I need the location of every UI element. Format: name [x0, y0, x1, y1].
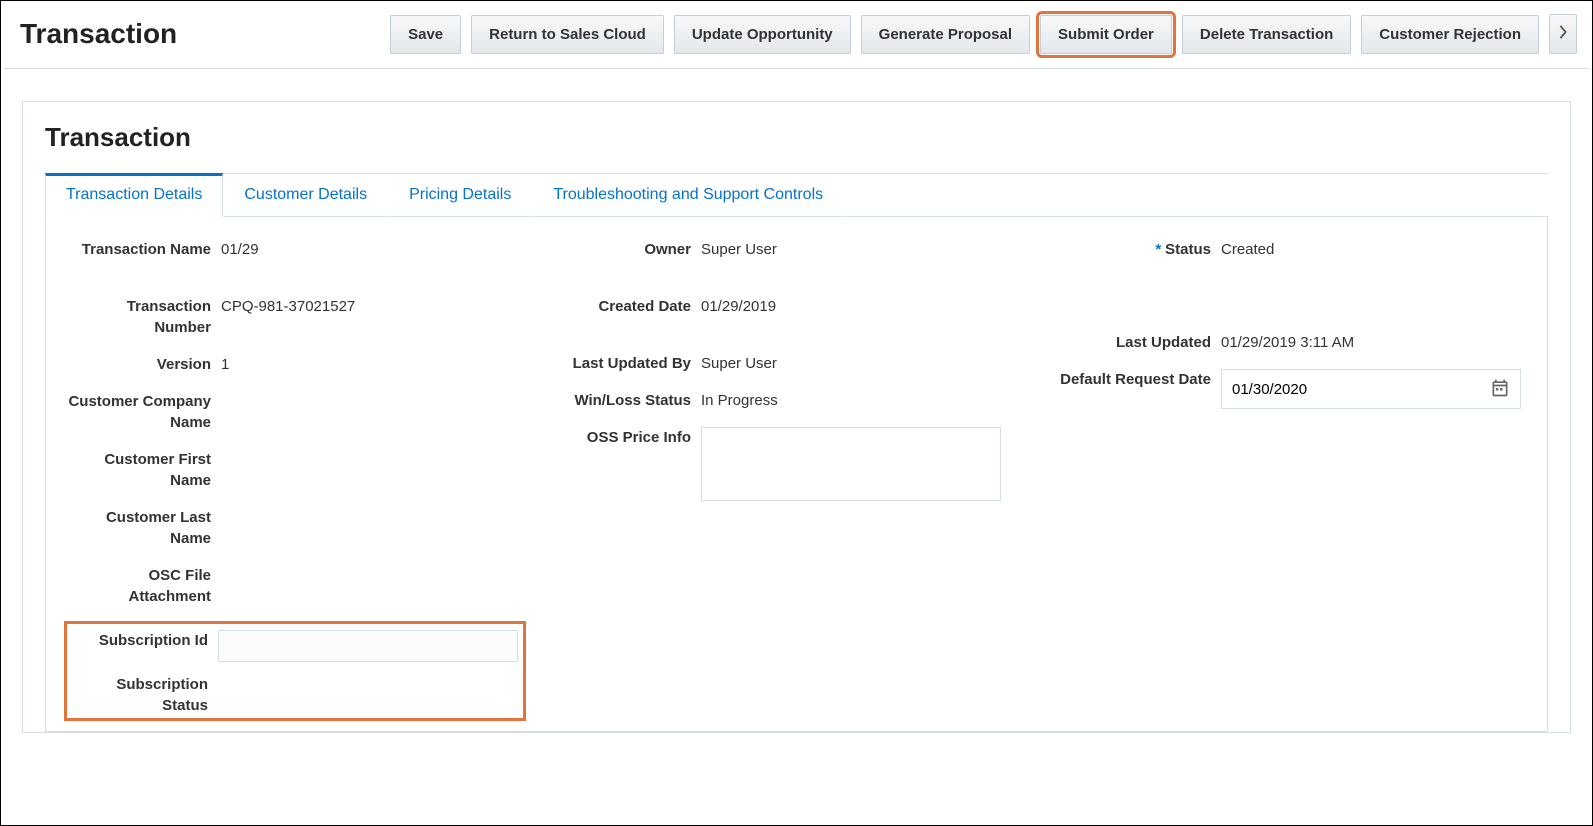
transaction-name-value: 01/29 [221, 239, 259, 260]
oss-price-label: OSS Price Info [536, 427, 701, 501]
save-button[interactable]: Save [390, 15, 461, 54]
subscription-id-input[interactable] [218, 630, 518, 662]
created-date-value: 01/29/2019 [701, 296, 776, 317]
subscription-id-label: Subscription Id [69, 630, 218, 662]
oss-price-input[interactable] [701, 427, 1001, 501]
tab-pricing-details[interactable]: Pricing Details [388, 173, 532, 217]
created-date-label: Created Date [536, 296, 701, 317]
generate-proposal-button[interactable]: Generate Proposal [861, 15, 1030, 54]
owner-value: Super User [701, 239, 777, 260]
customer-first-label: Customer First Name [66, 449, 221, 491]
customer-company-label: Customer Company Name [66, 391, 221, 433]
submit-order-button[interactable]: Submit Order [1040, 15, 1172, 54]
win-loss-value: In Progress [701, 390, 778, 411]
update-opportunity-button[interactable]: Update Opportunity [674, 15, 851, 54]
last-updated-value: 01/29/2019 3:11 AM [1221, 332, 1354, 353]
status-value: Created [1221, 239, 1274, 260]
tab-customer-details[interactable]: Customer Details [223, 173, 388, 217]
default-request-date-field[interactable] [1221, 369, 1521, 409]
osc-file-label: OSC File Attachment [66, 565, 221, 607]
tab-transaction-details[interactable]: Transaction Details [45, 173, 223, 217]
toolbar-next-button[interactable] [1549, 14, 1577, 54]
default-request-date-input[interactable] [1232, 381, 1490, 398]
transaction-number-value: CPQ-981-37021527 [221, 296, 355, 338]
transaction-name-label: Transaction Name [66, 239, 221, 260]
calendar-icon[interactable] [1490, 378, 1510, 401]
win-loss-label: Win/Loss Status [536, 390, 701, 411]
page-title: Transaction [16, 18, 177, 50]
last-updated-label: Last Updated [1046, 332, 1221, 353]
owner-label: Owner [536, 239, 701, 260]
customer-last-label: Customer Last Name [66, 507, 221, 549]
required-indicator: * [1155, 241, 1161, 258]
default-request-date-label: Default Request Date [1046, 369, 1221, 409]
delete-transaction-button[interactable]: Delete Transaction [1182, 15, 1351, 54]
version-label: Version [66, 354, 221, 375]
last-updated-by-label: Last Updated By [536, 353, 701, 374]
transaction-number-label: Transaction Number [66, 296, 221, 338]
tab-bar: Transaction Details Customer Details Pri… [45, 173, 1548, 217]
customer-rejection-button[interactable]: Customer Rejection [1361, 15, 1539, 54]
tab-troubleshooting[interactable]: Troubleshooting and Support Controls [532, 173, 844, 217]
return-to-sales-cloud-button[interactable]: Return to Sales Cloud [471, 15, 664, 54]
subscription-highlight: Subscription Id Subscription Status [64, 621, 526, 721]
panel-title: Transaction [45, 122, 1548, 174]
last-updated-by-value: Super User [701, 353, 777, 374]
status-label: *Status [1046, 239, 1221, 260]
subscription-status-label: Subscription Status [69, 674, 218, 716]
version-value: 1 [221, 354, 229, 375]
chevron-right-icon [1557, 25, 1569, 43]
